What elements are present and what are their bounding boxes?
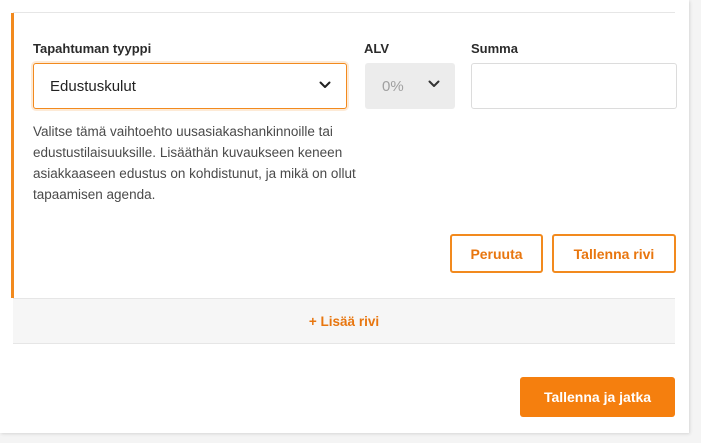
type-select[interactable]: Edustuskulut xyxy=(33,63,347,109)
expense-row-editor: Tapahtuman tyyppi ALV Summa Edustuskulut… xyxy=(11,13,678,298)
sum-label: Summa xyxy=(471,41,518,56)
add-row-button[interactable]: + Lisää rivi xyxy=(13,298,675,344)
cancel-button[interactable]: Peruuta xyxy=(450,234,543,273)
type-label: Tapahtuman tyyppi xyxy=(33,41,152,56)
type-select-value: Edustuskulut xyxy=(50,77,136,95)
chevron-down-icon xyxy=(318,78,332,96)
expense-card: Tapahtuman tyyppi ALV Summa Edustuskulut… xyxy=(0,0,689,433)
vat-select[interactable]: 0% xyxy=(365,63,455,109)
save-row-button[interactable]: Tallenna rivi xyxy=(552,234,676,273)
type-help-text: Valitse tämä vaihtoehto uusasiakashankin… xyxy=(33,124,356,202)
add-row-label: + Lisää rivi xyxy=(308,313,380,329)
vat-label: ALV xyxy=(364,41,390,56)
chevron-down-icon xyxy=(427,77,441,95)
save-and-continue-button[interactable]: Tallenna ja jatka xyxy=(520,377,675,417)
sum-input[interactable] xyxy=(471,63,677,109)
vat-select-value: 0% xyxy=(382,77,404,95)
